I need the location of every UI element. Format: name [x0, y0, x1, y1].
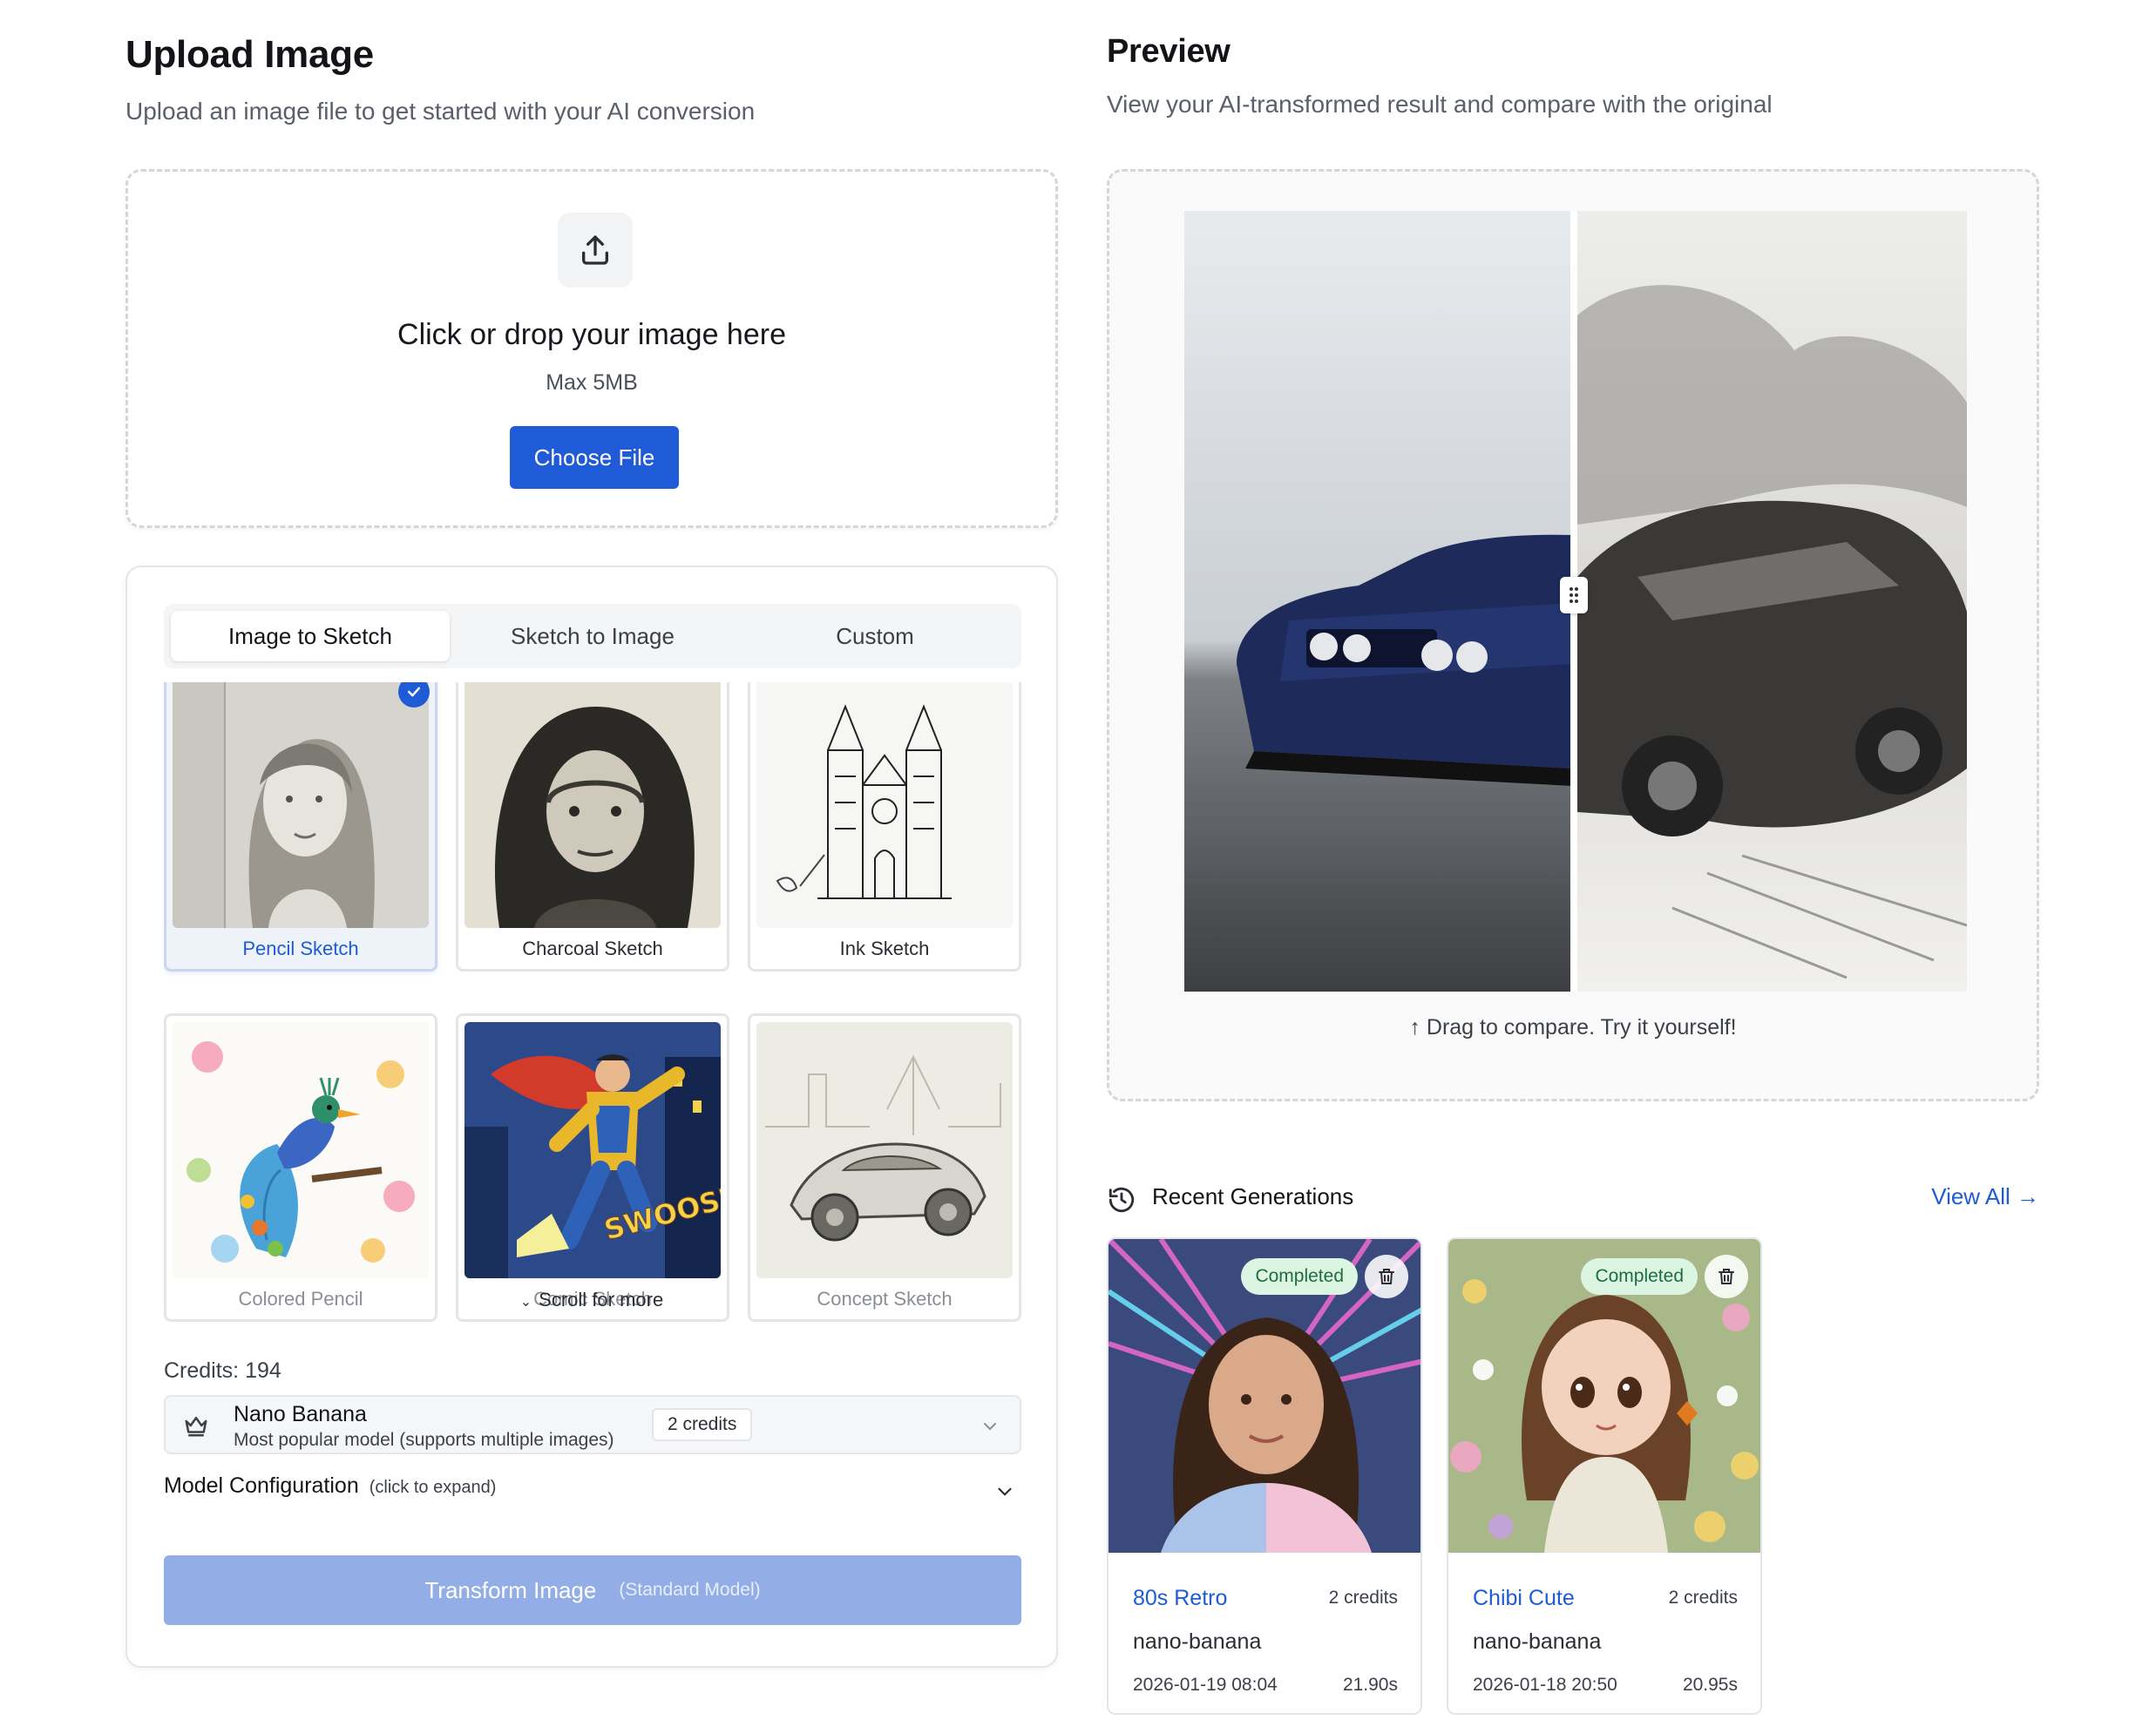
transform-button-label: Transform Image — [424, 1576, 597, 1603]
max-size-text: Max 5MB — [546, 370, 638, 395]
image-dropzone[interactable]: Click or drop your image here Max 5MB Ch… — [125, 169, 1058, 528]
credits-balance: Credits: 194 — [164, 1358, 281, 1383]
chevron-down-icon: ⌄ — [519, 1295, 532, 1310]
crown-icon — [183, 1412, 209, 1443]
preview-panel: ↑ Drag to compare. Try it yourself! — [1107, 169, 2039, 1101]
tab-custom[interactable]: Custom — [736, 611, 1014, 661]
recent-generations-title: Recent Generations — [1152, 1183, 1354, 1209]
style-label: Pencil Sketch — [242, 938, 359, 959]
page: Upload Image Upload an image file to get… — [0, 0, 2156, 1727]
preview-title: Preview — [1107, 33, 1231, 70]
generation-name[interactable]: Chibi Cute — [1473, 1586, 1575, 1611]
style-concept-sketch[interactable]: Concept Sketch — [748, 1013, 1021, 1322]
chevron-down-icon — [993, 1480, 1016, 1507]
preview-subtitle: View your AI-transformed result and comp… — [1107, 91, 1773, 118]
mode-tabs: Image to Sketch Sketch to Image Custom — [164, 604, 1021, 668]
scroll-more-hint: ⌄ Scroll for more — [127, 1289, 1056, 1311]
choose-file-button[interactable]: Choose File — [510, 426, 679, 489]
drop-text: Click or drop your image here — [397, 318, 786, 351]
transform-image-button[interactable]: Transform Image (Standard Model) — [164, 1555, 1021, 1625]
style-selection-card: Image to Sketch Sketch to Image Custom P… — [125, 566, 1058, 1668]
compare-slider[interactable] — [1184, 211, 1967, 992]
style-grid[interactable]: Pencil Sketch Charcoal Sketch Ink Sketch — [164, 682, 1021, 1003]
transform-button-sub: (Standard Model) — [619, 1580, 761, 1600]
trash-icon[interactable] — [1705, 1255, 1748, 1298]
status-badge: Completed — [1241, 1258, 1358, 1295]
comic-hero-thumb: SWOOSH! — [464, 1022, 721, 1278]
drag-handle-icon[interactable] — [1560, 577, 1588, 613]
generation-card[interactable]: Completed Chibi Cute 2 credits nano-bana… — [1447, 1237, 1762, 1715]
style-label: Ink Sketch — [839, 938, 930, 959]
style-charcoal-sketch[interactable]: Charcoal Sketch — [456, 682, 729, 972]
generation-cost: 2 credits — [1328, 1588, 1398, 1608]
concept-car-thumb — [756, 1022, 1013, 1278]
generation-date: 2026-01-18 20:50 — [1473, 1675, 1617, 1695]
style-pencil-sketch[interactable]: Pencil Sketch — [164, 682, 437, 972]
recent-generations-header: Recent Generations View All → — [1107, 1180, 2039, 1218]
tab-sketch-to-image[interactable]: Sketch to Image — [453, 611, 732, 661]
pencil-portrait-thumb — [173, 682, 429, 928]
model-config-label: Model Configuration — [164, 1473, 359, 1498]
generation-model: nano-banana — [1473, 1629, 1602, 1654]
view-all-link[interactable]: View All → — [1931, 1183, 2039, 1210]
generation-name[interactable]: 80s Retro — [1133, 1586, 1227, 1611]
charcoal-portrait-thumb — [464, 682, 721, 928]
style-ink-sketch[interactable]: Ink Sketch — [748, 682, 1021, 972]
trash-icon[interactable] — [1365, 1255, 1408, 1298]
history-icon — [1107, 1185, 1136, 1219]
model-config-hint: (click to expand) — [369, 1478, 497, 1497]
model-name: Nano Banana — [234, 1402, 367, 1426]
model-description: Most popular model (supports multiple im… — [234, 1430, 614, 1450]
generation-thumbnail: Completed — [1448, 1239, 1760, 1553]
ink-cathedral-thumb — [756, 682, 1013, 928]
upload-icon — [558, 213, 633, 288]
model-credits-badge: 2 credits — [652, 1408, 753, 1441]
model-select[interactable]: Nano Banana Most popular model (supports… — [164, 1395, 1021, 1454]
generation-thumbnail: Completed — [1109, 1239, 1420, 1553]
generation-date: 2026-01-19 08:04 — [1133, 1675, 1278, 1695]
peacock-thumb — [173, 1022, 429, 1278]
model-configuration-toggle[interactable]: Model Configuration (click to expand) — [164, 1473, 1021, 1508]
chevron-down-icon — [980, 1416, 1000, 1441]
generation-model: nano-banana — [1133, 1629, 1262, 1654]
style-grid-row-2: Colored Pencil SWOOSH! Comic Sketch Conc… — [164, 1013, 1021, 1331]
generation-duration: 21.90s — [1342, 1675, 1398, 1695]
generation-card[interactable]: Completed 80s Retro 2 credits nano-banan… — [1107, 1237, 1422, 1715]
upload-subtitle: Upload an image file to get started with… — [125, 98, 756, 125]
style-comic-sketch[interactable]: SWOOSH! Comic Sketch — [456, 1013, 729, 1322]
generation-duration: 20.95s — [1682, 1675, 1738, 1695]
upload-title: Upload Image — [125, 33, 374, 76]
style-colored-pencil[interactable]: Colored Pencil — [164, 1013, 437, 1322]
generation-cost: 2 credits — [1668, 1588, 1738, 1608]
style-label: Charcoal Sketch — [522, 938, 663, 959]
tab-image-to-sketch[interactable]: Image to Sketch — [171, 611, 450, 661]
scroll-more-text: Scroll for more — [539, 1289, 664, 1310]
compare-hint: ↑ Drag to compare. Try it yourself! — [1409, 1015, 1737, 1040]
status-badge: Completed — [1581, 1258, 1698, 1295]
